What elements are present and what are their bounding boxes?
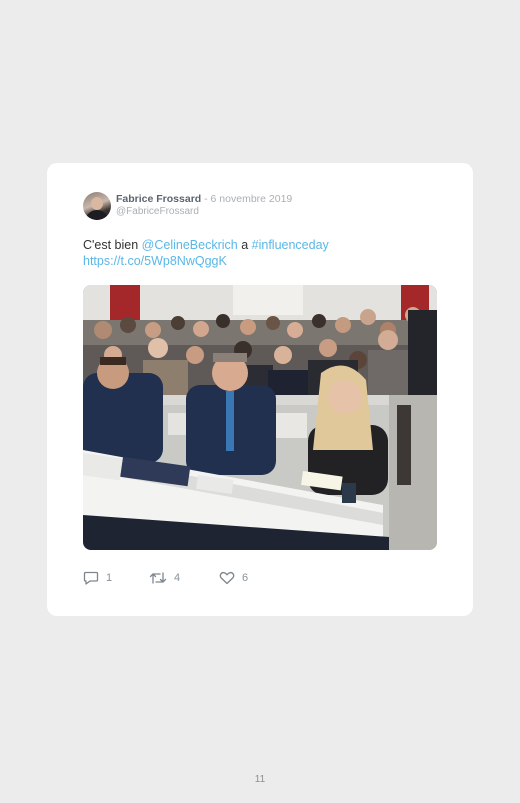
retweet-icon[interactable]	[149, 571, 167, 585]
like-count: 6	[242, 572, 249, 584]
date-separator: -	[201, 193, 211, 205]
author-avatar[interactable]	[83, 192, 111, 220]
conference-photo-illustration	[83, 285, 437, 550]
tweet-date[interactable]: 6 novembre 2019	[211, 193, 293, 205]
like-action[interactable]: 6	[219, 571, 248, 585]
avatar-face	[91, 197, 103, 210]
retweet-action[interactable]: 4	[149, 571, 180, 585]
tweet-card: Fabrice Frossard - 6 novembre 2019 @Fabr…	[47, 163, 473, 616]
tweet-text-middle: a	[237, 238, 252, 252]
author-handle[interactable]: @FabriceFrossard	[116, 206, 199, 218]
tweet-actions: 1 4 6	[83, 571, 383, 587]
tweet-text: C'est bien @CelineBeckrich a #influenced…	[83, 237, 443, 269]
author-name[interactable]: Fabrice Frossard	[116, 193, 201, 205]
tweet-photo[interactable]	[83, 285, 437, 550]
tweet-text-prefix: C'est bien	[83, 238, 142, 252]
author-row: Fabrice Frossard - 6 novembre 2019	[116, 193, 292, 205]
mention-link[interactable]: @CelineBeckrich	[142, 238, 238, 252]
hashtag-link[interactable]: #influenceday	[252, 238, 329, 252]
reply-action[interactable]: 1	[83, 571, 112, 585]
reply-count: 1	[106, 572, 113, 584]
avatar-shoulders	[85, 210, 109, 220]
heart-icon[interactable]	[219, 571, 235, 585]
tweet-url-link[interactable]: https://t.co/5Wp8NwQggK	[83, 254, 227, 268]
page-number: 11	[254, 774, 266, 785]
reply-icon[interactable]	[83, 571, 99, 585]
retweet-count: 4	[174, 572, 181, 584]
